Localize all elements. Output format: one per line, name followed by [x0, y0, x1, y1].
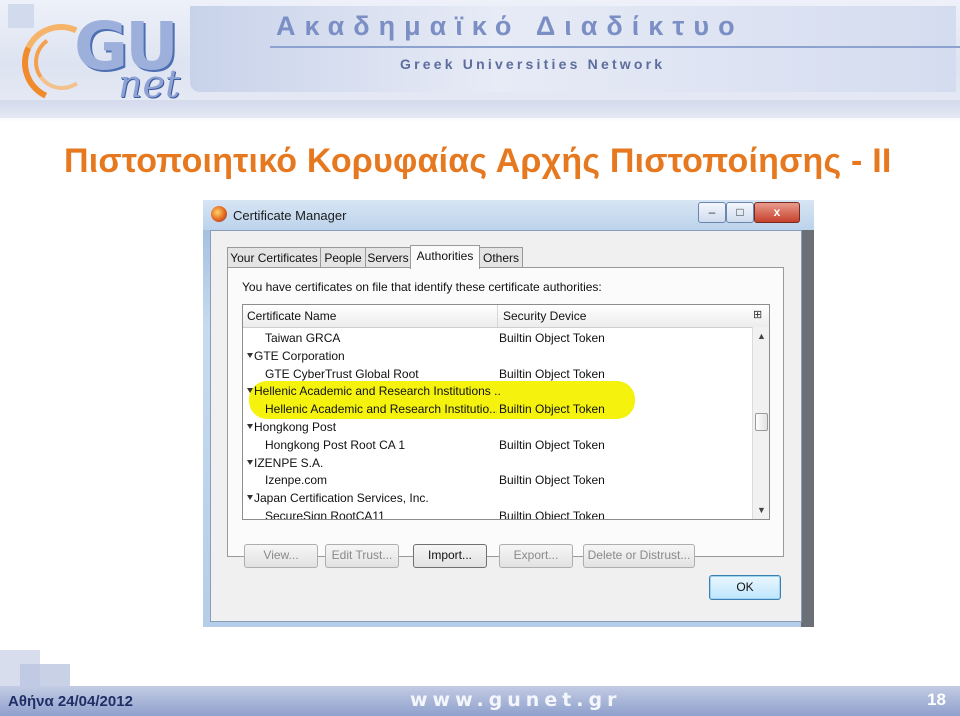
export-button[interactable]: Export... [499, 544, 573, 568]
certificate-group-row[interactable]: Japan Certification Services, Inc. [243, 489, 751, 507]
expand-twisty-icon[interactable] [247, 459, 253, 465]
certificate-row[interactable]: Taiwan GRCA Builtin Object Token [243, 329, 751, 347]
close-button[interactable]: x [754, 202, 800, 223]
list-header: Certificate Name Security Device ⊞ [243, 305, 769, 328]
scroll-up-arrow-icon[interactable]: ▲ [757, 331, 766, 341]
column-separator[interactable] [497, 305, 498, 327]
import-button[interactable]: Import... [413, 544, 487, 568]
slide-title: Πιστοποιητικό Κορυφαίας Αρχής Πιστοποίησ… [64, 142, 892, 180]
authorities-description: You have certificates on file that ident… [242, 280, 602, 294]
list-scrollbar[interactable]: ▲ ▼ [752, 327, 769, 519]
delete-or-distrust-button[interactable]: Delete or Distrust... [583, 544, 695, 568]
maximize-button[interactable]: □ [726, 202, 754, 223]
certificate-row[interactable]: Hongkong Post Root CA 1 Builtin Object To… [243, 436, 751, 454]
certificate-manager-screenshot: Certificate Manager – □ x Your Certifica… [203, 200, 814, 627]
column-picker-icon[interactable]: ⊞ [753, 309, 765, 321]
tab-your-certificates[interactable]: Your Certificates [227, 247, 321, 268]
expand-twisty-icon[interactable] [247, 424, 253, 429]
banner-divider [270, 46, 960, 48]
expand-twisty-icon[interactable] [247, 388, 253, 394]
certificate-name: Hongkong Post [254, 420, 337, 434]
column-security-device[interactable]: Security Device [503, 309, 586, 323]
footer-date: Αθήνα 24/04/2012 [8, 693, 133, 710]
footer-url[interactable]: www.gunet.gr [410, 689, 621, 711]
certificate-name: Hellenic Academic and Research Instituti… [254, 384, 500, 399]
certificate-name: Taiwan GRCA [265, 331, 341, 345]
certificate-group-row[interactable]: Hellenic Academic and Research Instituti… [243, 382, 751, 400]
authorities-panel: You have certificates on file that ident… [227, 267, 784, 568]
expand-twisty-icon[interactable] [247, 352, 253, 358]
certificate-name: Izenpe.com [265, 473, 328, 488]
tab-people[interactable]: People [320, 247, 366, 268]
banner-title: Ακαδημαϊκό Διαδίκτυο [276, 11, 744, 41]
certificate-name: GTE Corporation [254, 348, 345, 363]
banner-subtitle: Greek Universities Network [400, 56, 666, 72]
dialog-body: Your Certificates People Servers Authori… [210, 230, 802, 622]
footer-decoration [0, 650, 70, 690]
security-device: Builtin Object Token [499, 473, 605, 488]
certificate-tree[interactable]: Certificate Name Security Device ⊞ Taiwa… [242, 304, 770, 520]
window-title: Certificate Manager [233, 208, 347, 223]
certificate-name: Japan Certification Services, Inc. [254, 491, 429, 506]
page-number: 18 [927, 690, 946, 709]
certificate-row[interactable]: Izenpe.com Builtin Object Token [243, 471, 751, 489]
view-button[interactable]: View... [244, 544, 318, 568]
certificate-name: Hongkong Post Root CA 1 [265, 437, 406, 452]
certificate-group-row[interactable]: IZENPE S.A. [243, 454, 751, 472]
scroll-down-arrow-icon[interactable]: ▼ [757, 505, 766, 515]
certificate-group-row[interactable]: GTE Corporation [243, 347, 751, 365]
certificate-name: GTE CyberTrust Global Root [265, 366, 419, 381]
edit-trust-button[interactable]: Edit Trust... [325, 544, 399, 568]
certificate-name: IZENPE S.A. [254, 455, 324, 470]
certificate-row[interactable]: GTE CyberTrust Global Root Builtin Object… [243, 365, 751, 383]
expand-twisty-icon[interactable] [247, 495, 253, 501]
security-device: Builtin Object Token [499, 509, 605, 520]
certificate-row[interactable]: SecureSign RootCA11 Builtin Object Token [243, 507, 751, 520]
ok-button[interactable]: OK [709, 575, 781, 600]
logo-corner-box [8, 4, 34, 28]
security-device: Builtin Object Token [499, 402, 605, 417]
security-device: Builtin Object Token [499, 366, 605, 381]
desktop-edge [801, 200, 814, 627]
certificate-row[interactable]: Hellenic Academic and Research Instituti… [243, 400, 751, 418]
certificate-name: Hellenic Academic and Research Instituti… [265, 402, 497, 417]
tab-servers[interactable]: Servers [365, 247, 411, 268]
minimize-button[interactable]: – [698, 202, 726, 223]
security-device: Builtin Object Token [499, 331, 605, 345]
banner-shade [0, 100, 960, 122]
security-device: Builtin Object Token [499, 437, 605, 452]
scroll-thumb[interactable] [755, 413, 768, 431]
tab-others[interactable]: Others [479, 247, 523, 268]
certificate-name: SecureSign RootCA11 [265, 509, 385, 520]
firefox-icon [211, 206, 227, 222]
window-titlebar[interactable]: Certificate Manager – □ x [203, 200, 814, 230]
tab-authorities[interactable]: Authorities [410, 245, 480, 269]
certificate-group-row[interactable]: Hongkong Post [243, 418, 751, 436]
column-certificate-name[interactable]: Certificate Name [247, 309, 336, 323]
